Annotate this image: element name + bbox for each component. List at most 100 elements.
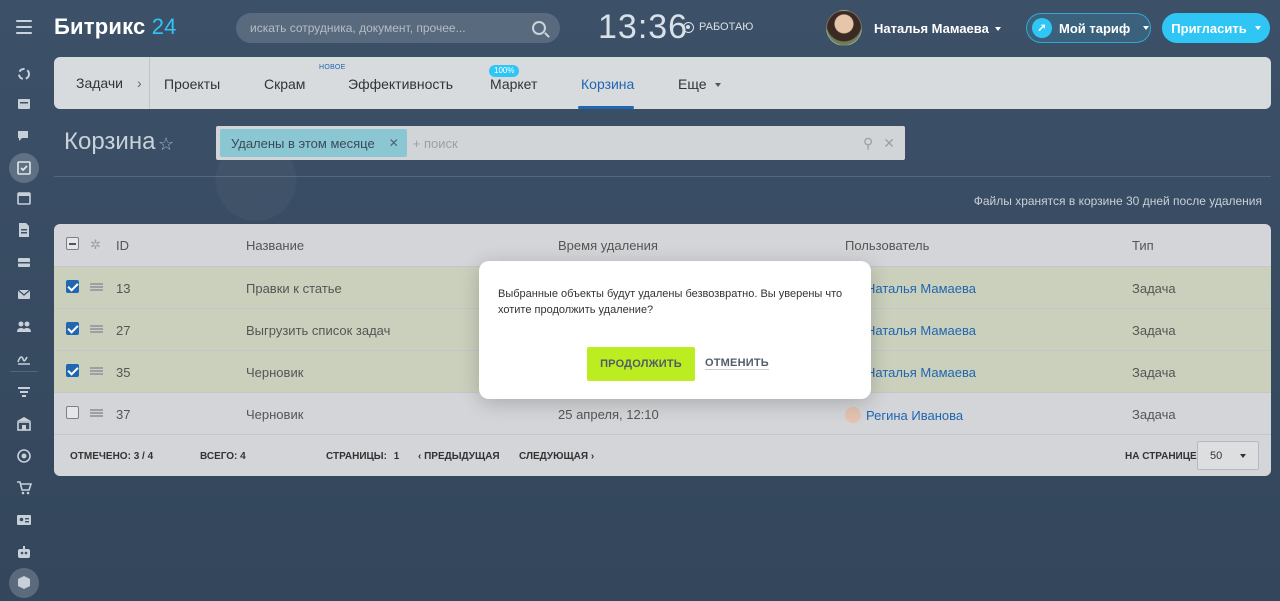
row-id: 35 <box>116 365 131 380</box>
col-name[interactable]: Название <box>246 238 304 253</box>
next-label: СЛЕДУЮЩАЯ <box>519 451 589 462</box>
row-menu-icon[interactable] <box>90 325 103 333</box>
continue-button[interactable]: ПРОДОЛЖИТЬ <box>587 347 695 381</box>
clock[interactable]: 13:36 <box>598 8 688 47</box>
tab-trash[interactable]: Корзина <box>581 76 634 92</box>
gear-icon[interactable]: ✲ <box>90 237 101 253</box>
tab-more[interactable]: Еще <box>678 76 721 92</box>
chevron-right-icon: › <box>588 451 595 462</box>
prev-page-button[interactable]: ‹ ПРЕДЫДУЩАЯ <box>418 451 500 462</box>
drive-icon[interactable] <box>14 252 34 272</box>
row-menu-icon[interactable] <box>90 409 103 417</box>
filter-chip[interactable]: Удалены в этом месяце ✕ <box>220 129 407 157</box>
chevron-down-icon <box>994 27 1001 32</box>
work-status[interactable]: РАБОТАЮ <box>683 21 753 33</box>
row-user-name: Регина Иванова <box>866 408 964 423</box>
robot-icon[interactable] <box>14 542 34 562</box>
record-icon <box>683 21 694 33</box>
chevron-down-icon <box>1143 26 1150 30</box>
row-type: Задача <box>1132 281 1176 296</box>
user-menu[interactable]: Наталья Мамаева <box>826 10 1001 46</box>
row-id: 37 <box>116 407 131 422</box>
row-menu-icon[interactable] <box>90 367 103 375</box>
row-name: Правки к статье <box>246 281 342 296</box>
tasks-icon[interactable] <box>9 153 39 183</box>
tariff-button[interactable]: ➚ Мой тариф <box>1026 13 1151 43</box>
sign-icon[interactable] <box>14 348 34 368</box>
mail-icon[interactable] <box>14 284 34 304</box>
page-title: Корзина <box>64 128 156 155</box>
total-count: ВСЕГО: 4 <box>200 451 246 462</box>
nav-tasks-label: Задачи <box>76 75 124 91</box>
cart-icon[interactable] <box>14 478 34 498</box>
pages-value[interactable]: 1 <box>394 451 400 462</box>
contact-card-icon[interactable] <box>14 510 34 530</box>
clear-icon[interactable]: ✕ <box>883 135 895 152</box>
news-icon[interactable] <box>14 94 34 114</box>
task-nav-panel: Задачи › Проекты НОВОЕ Скрам 100% Эффекти… <box>54 57 1271 109</box>
cube-icon[interactable] <box>9 568 39 598</box>
col-type[interactable]: Тип <box>1132 238 1154 253</box>
col-time[interactable]: Время удаления <box>558 238 658 253</box>
row-menu-icon[interactable] <box>90 283 103 291</box>
chevron-down-icon <box>1240 453 1247 458</box>
nav-tasks[interactable]: Задачи › <box>54 57 150 109</box>
feed-icon[interactable] <box>14 64 34 84</box>
row-checkbox[interactable] <box>66 322 79 335</box>
row-checkbox[interactable] <box>66 280 79 293</box>
chevron-right-icon: › <box>137 75 142 91</box>
pages: СТРАНИЦЫ: 1 <box>326 451 399 462</box>
avatar[interactable] <box>826 10 862 46</box>
row-checkbox[interactable] <box>66 364 79 377</box>
target-icon[interactable] <box>14 446 34 466</box>
pages-label: СТРАНИЦЫ: <box>326 451 387 462</box>
invite-button[interactable]: Пригласить <box>1162 13 1270 43</box>
avatar <box>845 407 861 423</box>
col-id[interactable]: ID <box>116 238 129 253</box>
row-name: Черновик <box>246 365 304 380</box>
tariff-label: Мой тариф <box>1059 20 1131 36</box>
tab-scrum[interactable]: Скрам <box>264 76 305 92</box>
select-all-checkbox[interactable] <box>66 237 79 250</box>
row-user[interactable]: Наталья Мамаева <box>866 365 976 380</box>
tab-projects[interactable]: Проекты <box>164 76 220 92</box>
row-type: Задача <box>1132 323 1176 338</box>
logo-number: 24 <box>151 14 177 39</box>
bank-icon[interactable] <box>14 414 34 434</box>
next-page-button[interactable]: СЛЕДУЮЩАЯ › <box>519 451 594 462</box>
chevron-down-icon <box>1254 26 1261 30</box>
user-name[interactable]: Наталья Мамаева <box>874 21 1001 36</box>
row-type: Задача <box>1132 407 1176 422</box>
dialog-message: Выбранные объекты будут удалены безвозвр… <box>498 288 843 316</box>
logo-name: Битрикс <box>54 14 146 39</box>
filter-search[interactable]: Удалены в этом месяце ✕ + поиск ⚲ ✕ <box>216 126 905 160</box>
new-badge: НОВОЕ <box>319 64 346 71</box>
logo[interactable]: Битрикс 24 <box>54 14 177 40</box>
calendar-icon[interactable] <box>14 188 34 208</box>
tab-market[interactable]: Маркет <box>490 76 537 92</box>
row-user[interactable]: Регина Иванова <box>845 407 963 423</box>
close-icon[interactable]: ✕ <box>389 136 399 150</box>
per-page-select[interactable]: 50 <box>1197 441 1259 470</box>
row-user[interactable]: Наталья Мамаева <box>866 281 976 296</box>
document-icon[interactable] <box>14 220 34 240</box>
crm-funnel-icon[interactable] <box>14 382 34 402</box>
group-icon[interactable] <box>14 316 34 336</box>
search-icon[interactable] <box>532 21 546 35</box>
row-checkbox[interactable] <box>66 406 79 419</box>
rocket-icon: ➚ <box>1032 18 1052 38</box>
confirm-dialog: Выбранные объекты будут удалены безвозвр… <box>479 261 871 399</box>
search-input[interactable]: искать сотрудника, документ, прочее... <box>236 13 560 43</box>
divider <box>54 176 1271 177</box>
chat-icon[interactable] <box>14 126 34 146</box>
menu-icon[interactable] <box>16 20 32 34</box>
tab-efficiency[interactable]: Эффективность <box>348 76 453 92</box>
cancel-button[interactable]: ОТМЕНИТЬ <box>705 357 769 370</box>
retention-info: Файлы хранятся в корзине 30 дней после у… <box>973 194 1262 208</box>
search-icon[interactable]: ⚲ <box>863 135 873 152</box>
row-user[interactable]: Наталья Мамаева <box>866 323 976 338</box>
star-icon[interactable]: ☆ <box>158 135 176 153</box>
search-placeholder: искать сотрудника, документ, прочее... <box>250 21 466 35</box>
chevron-down-icon <box>714 83 721 88</box>
col-user[interactable]: Пользователь <box>845 238 929 253</box>
